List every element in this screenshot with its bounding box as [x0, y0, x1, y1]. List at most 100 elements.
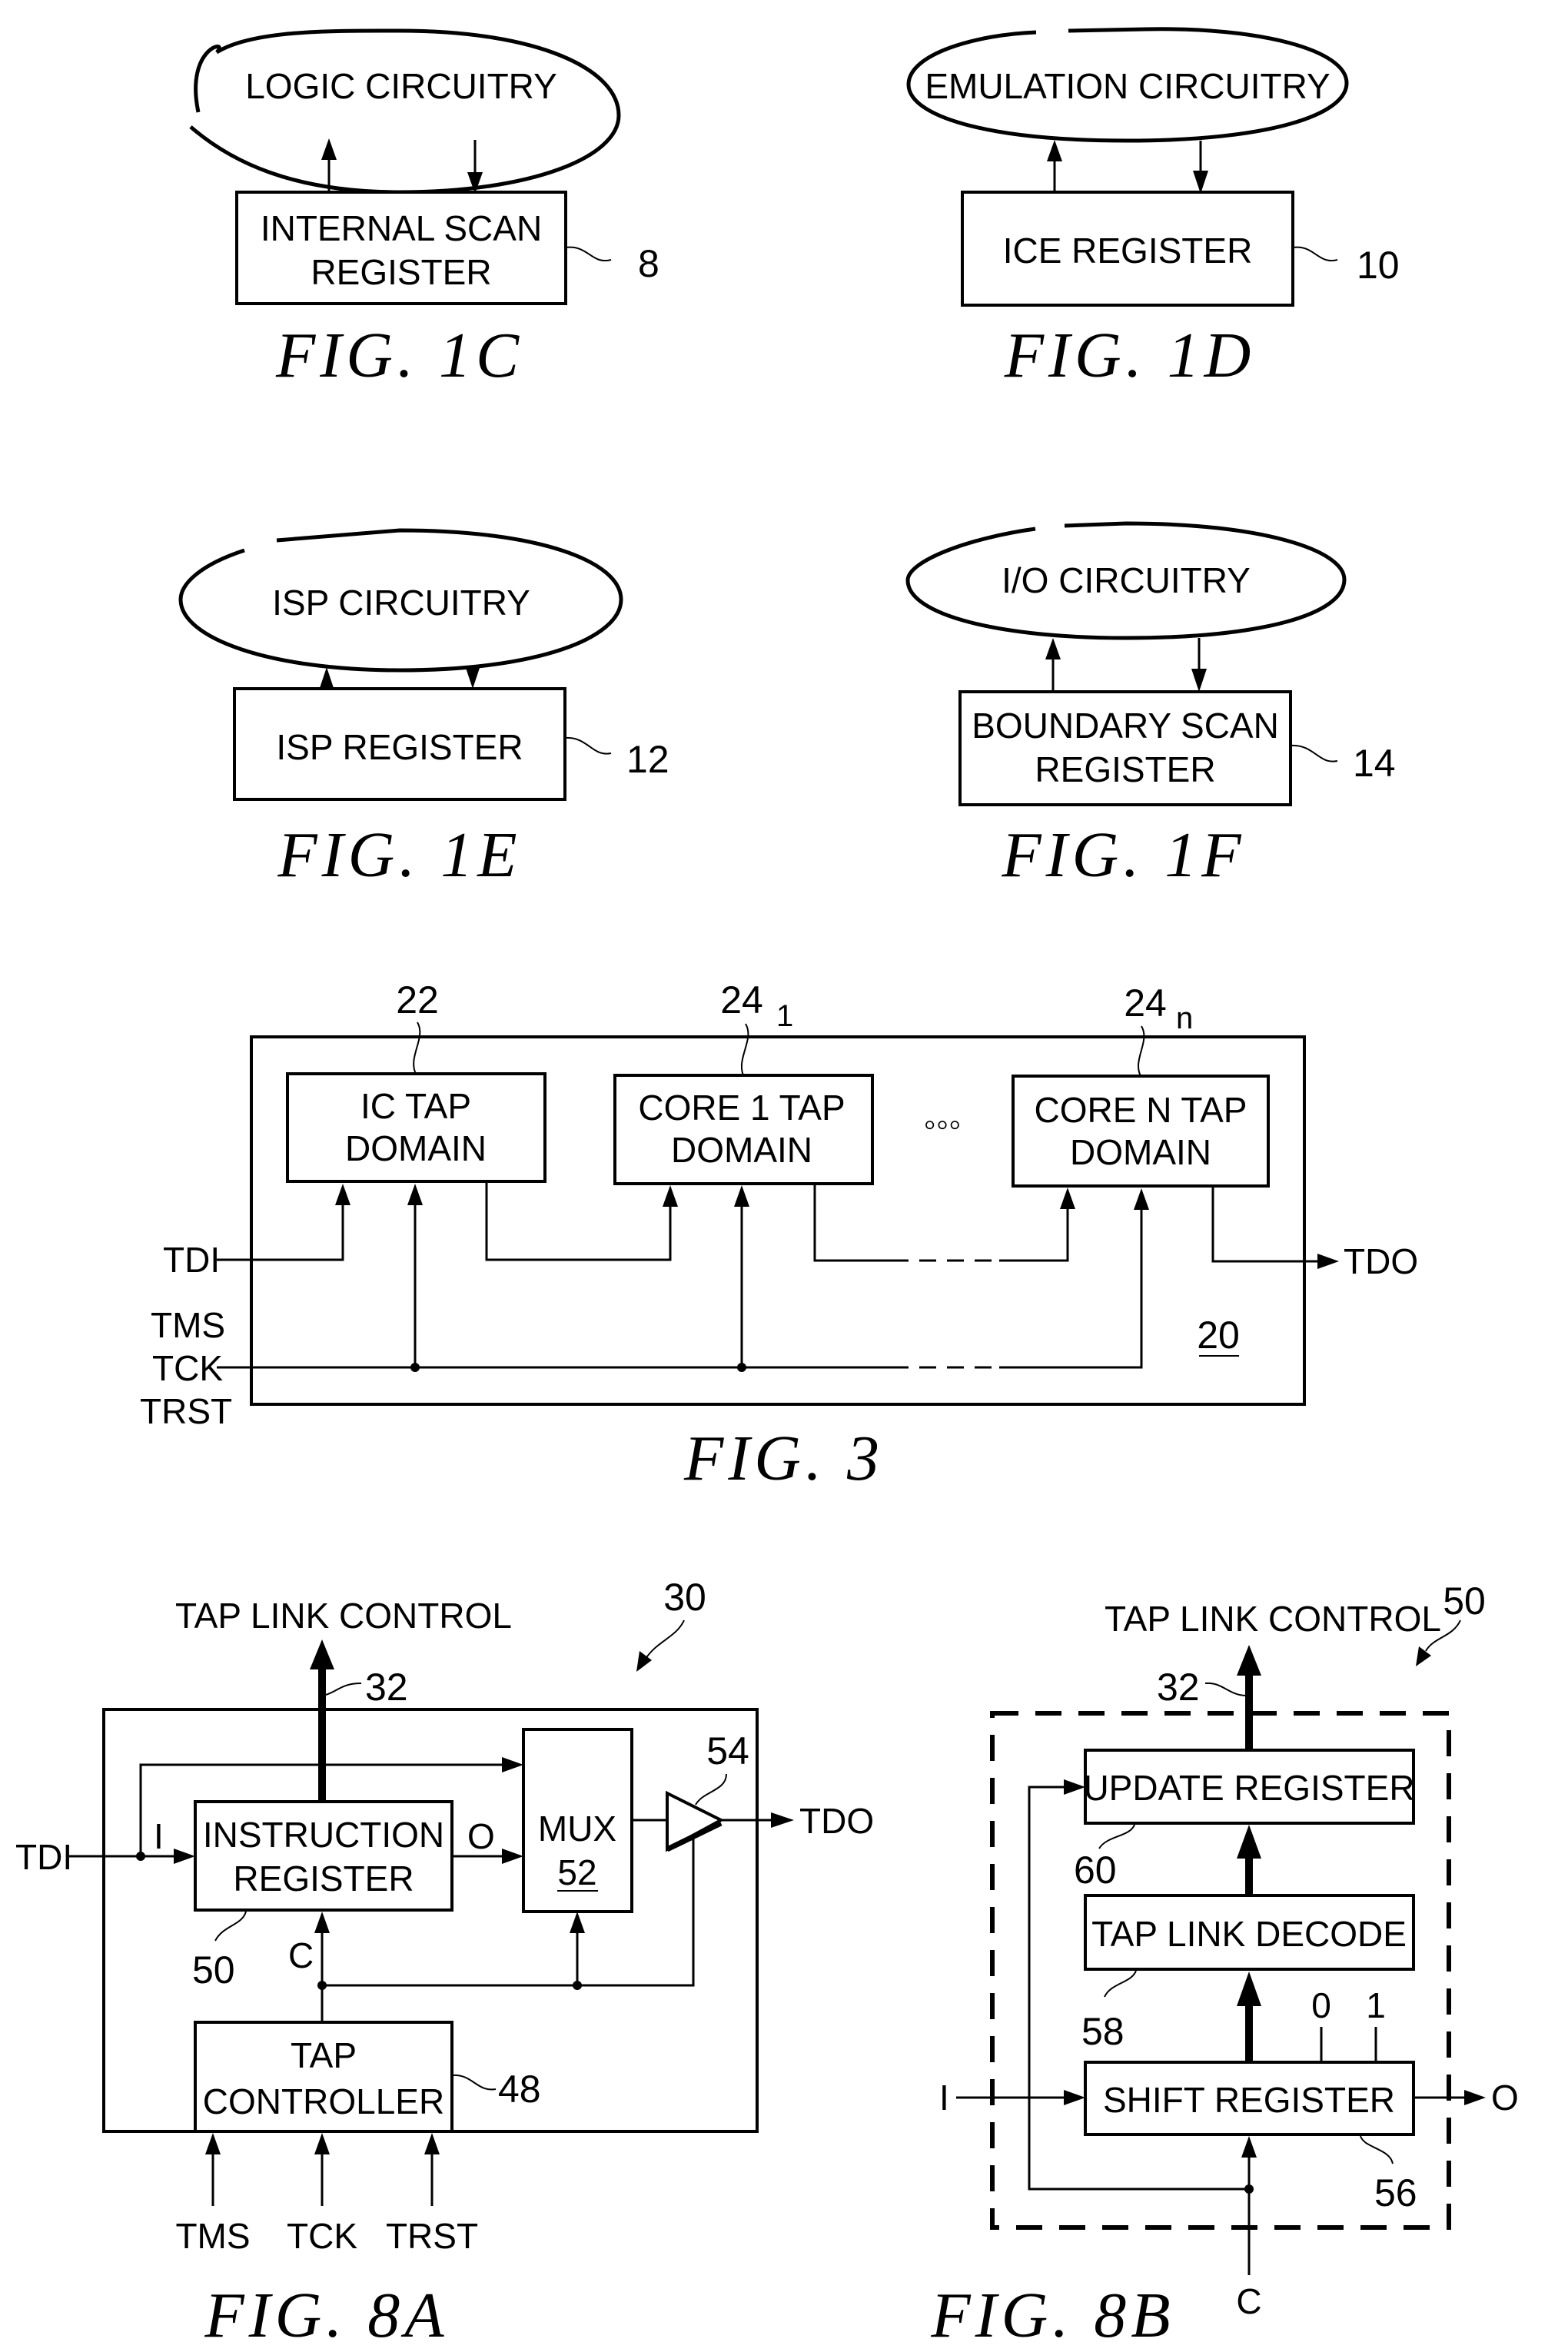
ref-32-8a: 32	[365, 1666, 408, 1709]
arrowhead-up-icon	[1237, 1825, 1261, 1859]
internal-scan-register-line2: REGISTER	[311, 252, 491, 292]
leader-8	[565, 246, 612, 262]
junction-dot	[573, 1981, 582, 1990]
trst-label-8a: TRST	[386, 2216, 478, 2256]
ref-12: 12	[626, 738, 669, 781]
caption-fig-1d: FIG. 1D	[1004, 320, 1256, 391]
arrowhead-up-icon	[1047, 140, 1062, 161]
ref-24-n: 24	[1124, 982, 1167, 1025]
arrowhead-right-icon	[1317, 1254, 1339, 1269]
arrowhead-up-icon	[1241, 2136, 1257, 2158]
ellipsis-dots: ◦◦◦	[924, 1104, 962, 1144]
arrowhead-up-icon	[314, 2133, 330, 2154]
boundary-scan-register-line1: BOUNDARY SCAN	[972, 706, 1279, 746]
junction-dot	[737, 1363, 746, 1372]
leader-56	[1360, 2135, 1394, 2164]
ref-56: 56	[1374, 2171, 1417, 2214]
fig-8b: TAP LINK CONTROL 50 32 UPDATE REGISTER 6…	[930, 1580, 1518, 2351]
arrowhead-up-icon	[319, 667, 334, 690]
arrowhead-up-icon	[1237, 1972, 1261, 2006]
leader-10	[1292, 246, 1338, 262]
leader-60	[1098, 1824, 1135, 1849]
fig-1d: EMULATION CIRCUITRY ICE REGISTER 10 FIG.…	[906, 27, 1400, 391]
fig-3: 20 IC TAP DOMAIN CORE 1 TAP DOMAIN CORE …	[140, 978, 1418, 1494]
ref-50-8b: 50	[1443, 1580, 1486, 1623]
ref-22: 22	[396, 978, 439, 1022]
ref-30: 30	[663, 1576, 706, 1619]
ice-register-label: ICE REGISTER	[1003, 231, 1253, 271]
arrowhead-right-icon	[1464, 2090, 1486, 2105]
caption-fig-3: FIG. 3	[683, 1423, 884, 1494]
arrowhead-up-icon	[205, 2133, 221, 2154]
arrowhead-up-icon	[424, 2133, 440, 2154]
tdo-label: TDO	[1344, 1241, 1418, 1281]
leader-12	[564, 736, 612, 755]
leader-32-8a	[325, 1683, 362, 1696]
arrowhead-up-icon	[321, 138, 337, 160]
caption-fig-8a: FIG. 8A	[204, 2280, 448, 2351]
caption-fig-1c: FIG. 1C	[275, 320, 523, 391]
tap-controller-line2: CONTROLLER	[203, 2081, 444, 2121]
clock-label-c: C	[1236, 2281, 1261, 2321]
logic-circuitry-cloud	[189, 28, 621, 194]
ref-32-8b: 32	[1157, 1666, 1200, 1709]
core-1-tap-domain-line1: CORE 1 TAP	[638, 1088, 845, 1128]
arrowhead-down-icon	[1191, 669, 1207, 692]
arrowhead-down-icon	[1193, 171, 1208, 194]
ref-8: 8	[638, 242, 659, 285]
mux-label: MUX	[538, 1809, 616, 1849]
arrowhead-up-icon	[1237, 1645, 1261, 1676]
tdo-label-8a: TDO	[799, 1801, 874, 1841]
ref-58: 58	[1081, 2010, 1125, 2053]
instruction-register-line2: REGISTER	[233, 1859, 414, 1899]
ref-48: 48	[498, 2068, 541, 2111]
mux-ref-52: 52	[557, 1852, 596, 1892]
fig-1c: LOGIC CIRCUITRY INTERNAL SCAN REGISTER 8…	[189, 28, 659, 391]
leader-32-8b	[1204, 1682, 1246, 1696]
fig-8a: TAP LINK CONTROL 30 32 INSTRUCTION REGIS…	[15, 1576, 874, 2351]
fig-1f: I/O CIRCUITRY BOUNDARY SCAN REGISTER 14 …	[905, 521, 1396, 891]
tdi-label-8a: TDI	[15, 1837, 72, 1877]
core-1-tap-domain-line2: DOMAIN	[671, 1130, 812, 1170]
ref-50-8a: 50	[192, 1948, 235, 1992]
tdi-label: TDI	[163, 1240, 220, 1280]
arrowhead-right-icon	[1064, 2090, 1085, 2105]
core-n-tap-domain-line2: DOMAIN	[1070, 1132, 1211, 1172]
instruction-register-line1: INSTRUCTION	[203, 1815, 444, 1855]
junction-dot	[410, 1363, 420, 1372]
input-label-i: I	[939, 2078, 949, 2118]
ref-20: 20	[1197, 1314, 1240, 1357]
boundary-scan-register-line2: REGISTER	[1035, 749, 1215, 789]
patent-drawing-sheet: LOGIC CIRCUITRY INTERNAL SCAN REGISTER 8…	[15, 27, 1519, 2351]
leader-58	[1104, 1970, 1137, 1998]
tap-link-decode-label: TAP LINK DECODE	[1091, 1914, 1407, 1954]
ref-24-1: 24	[720, 978, 763, 1022]
ref-60: 60	[1074, 1849, 1117, 1892]
ref-14: 14	[1353, 742, 1396, 785]
isp-circuitry-label: ISP CIRCUITRY	[272, 583, 530, 623]
tms-label-8a: TMS	[175, 2216, 250, 2256]
tms-label: TMS	[151, 1305, 225, 1345]
arrowhead-icon	[1416, 1646, 1431, 1666]
core-n-tap-domain-line1: CORE N TAP	[1035, 1090, 1247, 1130]
leader-14	[1290, 744, 1338, 762]
pin-label-i: I	[154, 1816, 164, 1856]
isp-register-label: ISP REGISTER	[276, 727, 523, 767]
tck-label: TCK	[152, 1348, 223, 1388]
tap-controller-line1: TAP	[291, 2035, 357, 2075]
ref-24-n-subscript: n	[1176, 1002, 1193, 1035]
fig-1e: ISP CIRCUITRY ISP REGISTER 12 FIG. 1E	[178, 528, 669, 891]
pin-label-c: C	[288, 1935, 314, 1975]
bit-1-label: 1	[1366, 1985, 1386, 2025]
bit-0-label: 0	[1311, 1985, 1331, 2025]
update-register-label: UPDATE REGISTER	[1083, 1768, 1414, 1808]
emulation-circuitry-label: EMULATION CIRCUITRY	[925, 66, 1330, 106]
leader-30	[645, 1619, 685, 1659]
arrowhead-right-icon	[771, 1812, 794, 1828]
arrowhead-right-icon	[1064, 1779, 1085, 1795]
ref-24-1-subscript: 1	[776, 999, 793, 1033]
shift-register-label: SHIFT REGISTER	[1103, 2080, 1395, 2120]
ref-10: 10	[1357, 244, 1400, 287]
output-label-o: O	[1491, 2078, 1519, 2118]
arrowhead-down-icon	[465, 666, 480, 689]
